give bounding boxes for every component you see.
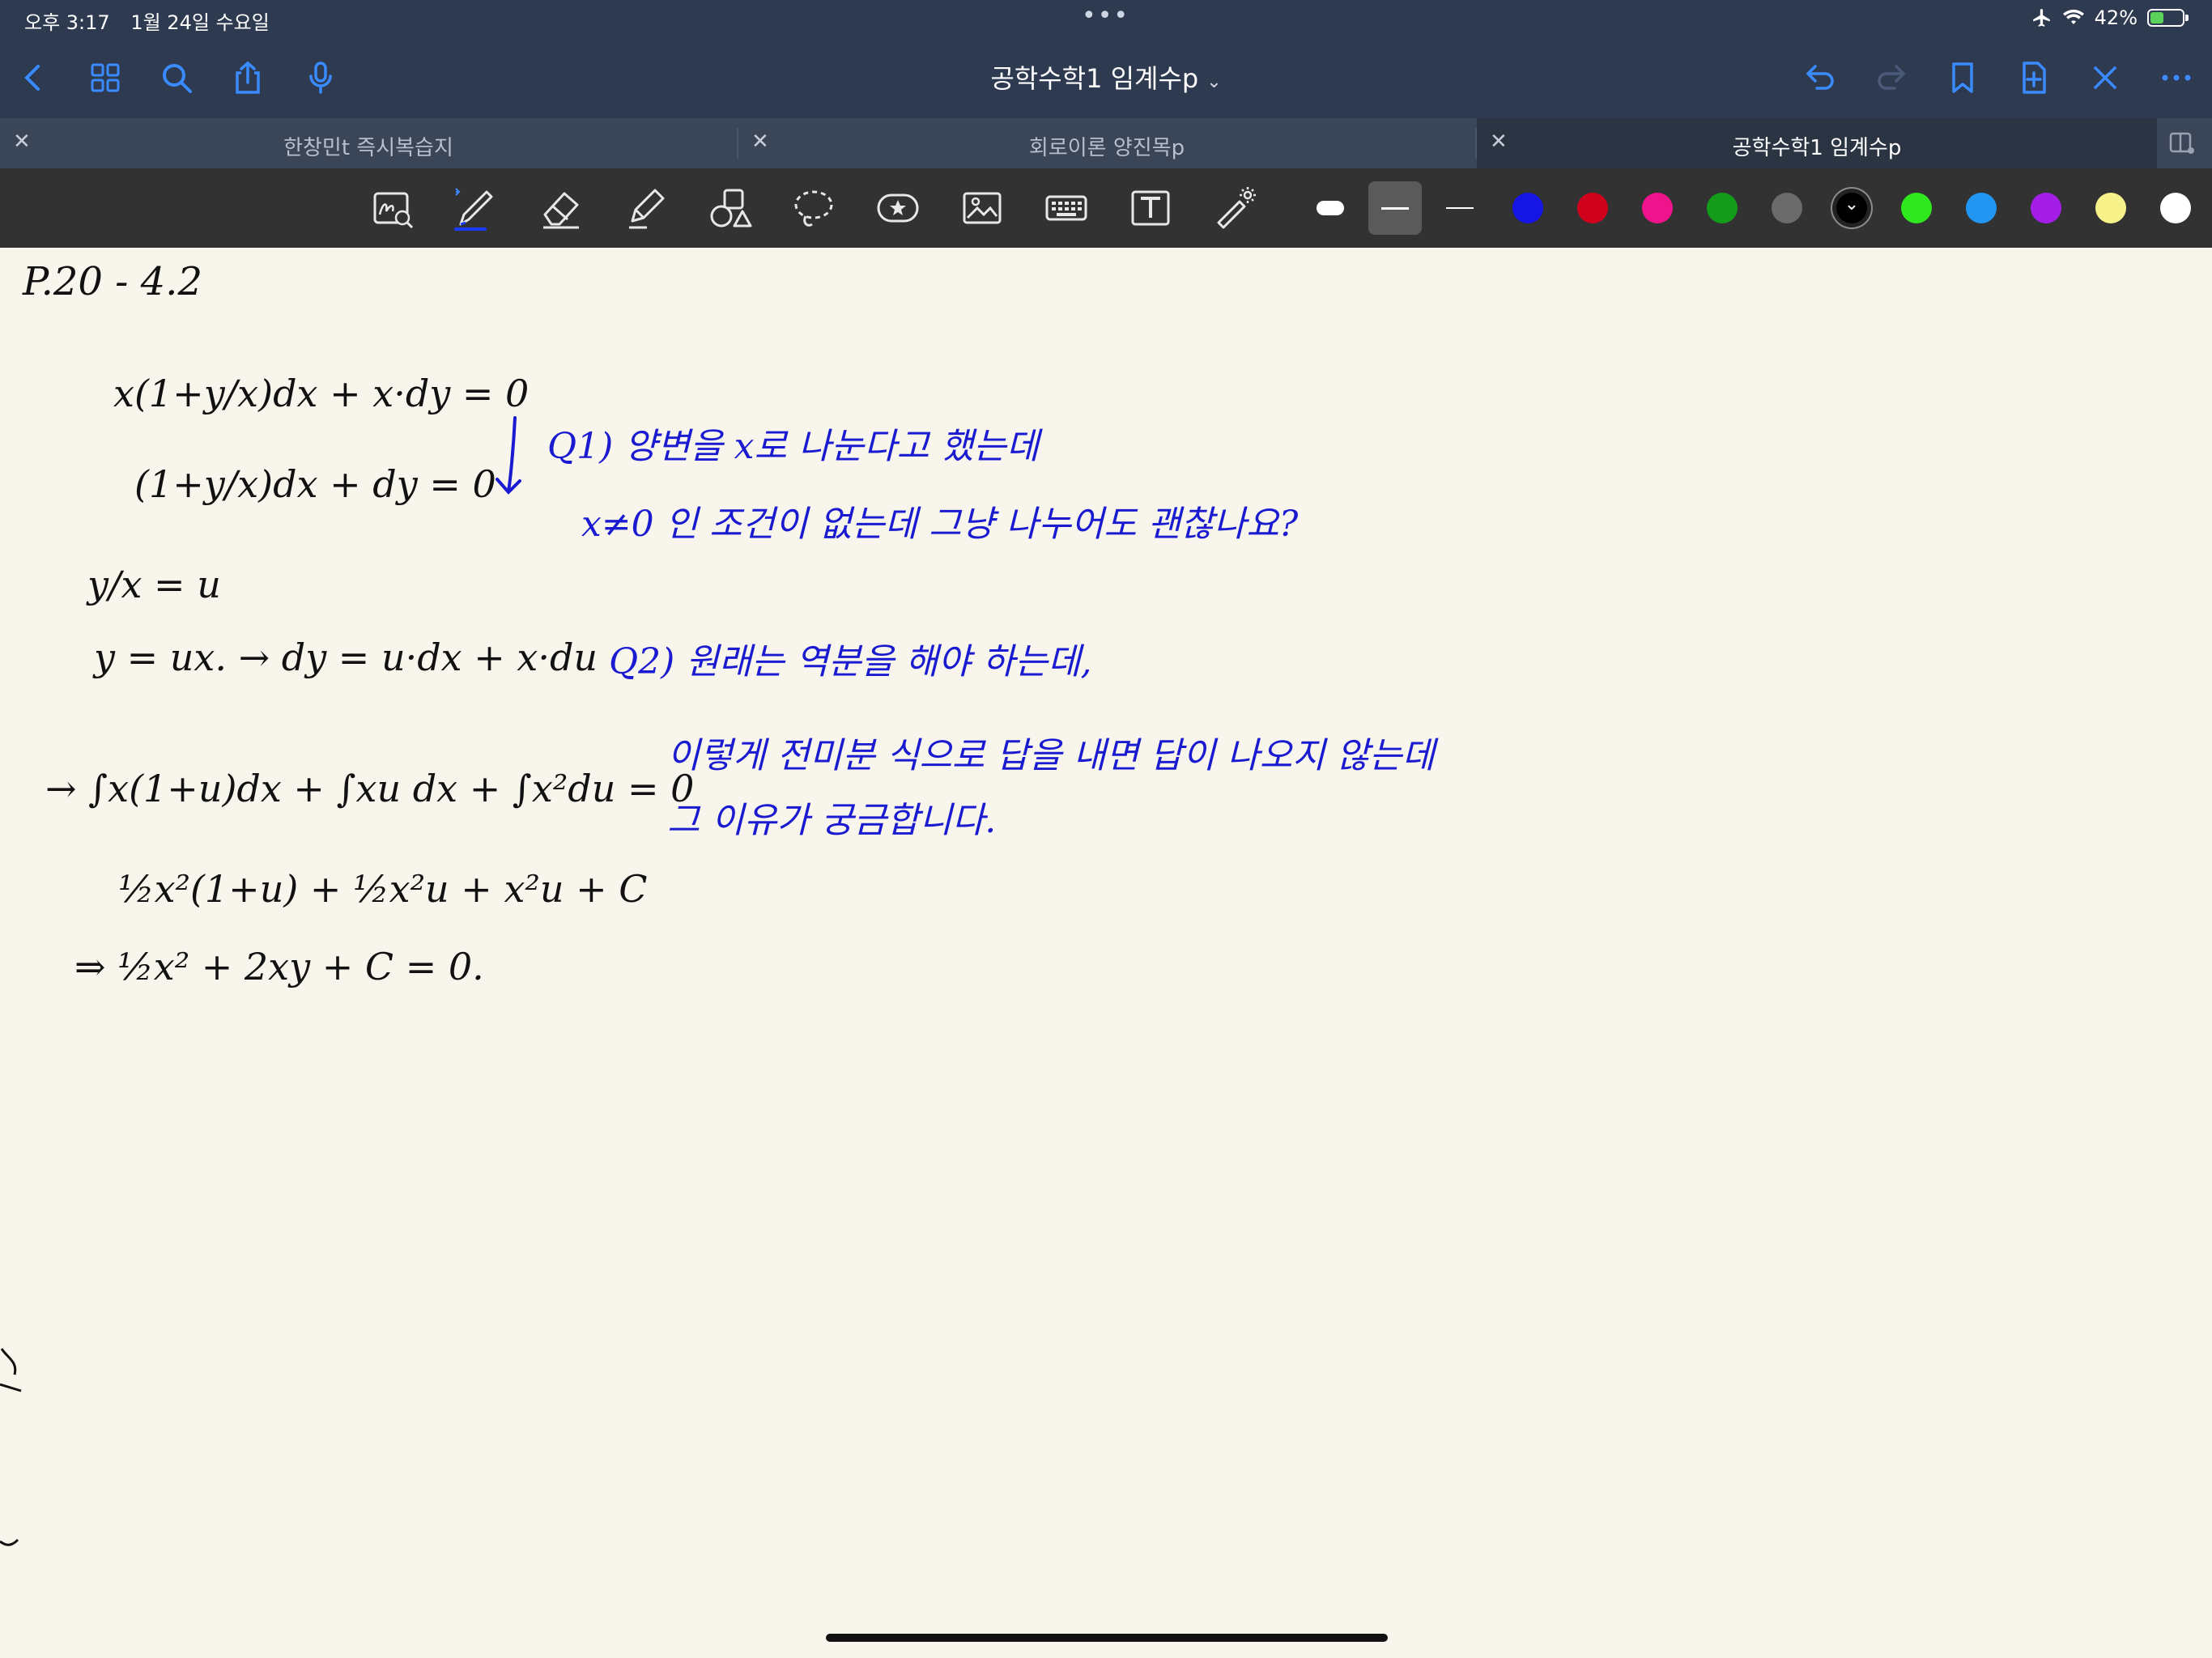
work-line-7: ⇒ ½x² + 2xy + C = 0. (74, 945, 484, 988)
tab-label: 한창민t 즉시복습지 (283, 136, 453, 160)
tab-document-3[interactable]: ✕ 공학수학1 임계수p (1477, 118, 2157, 168)
stroke-thin-button[interactable] (1433, 181, 1487, 235)
work-line-2: (1+y/x)dx + dy = 0 (134, 462, 496, 506)
document-tab-bar: ✕ 한창민t 즉시복습지 ✕ 회로이론 양진목p ✕ 공학수학1 임계수p (0, 118, 2212, 168)
document-title-text: 공학수학1 임계수p (990, 63, 1199, 94)
split-view-icon[interactable] (2168, 130, 2196, 157)
text-box-tool-icon[interactable] (1124, 181, 1177, 235)
status-right: 42% (2031, 6, 2189, 29)
status-date: 1월 24일 수요일 (130, 11, 270, 34)
laser-pointer-tool-icon[interactable] (1208, 181, 1261, 235)
status-left: 오후 3:17 1월 24일 수요일 (24, 6, 284, 35)
battery-percent: 42% (2094, 6, 2138, 29)
status-bar: 오후 3:17 1월 24일 수요일 ••• 42% (0, 0, 2212, 37)
work-line-5: → ∫x(1+u)dx + ∫xu dx + ∫x²du = 0 (45, 767, 694, 810)
more-icon[interactable] (2152, 53, 2201, 102)
work-line-4: y = ux. → dy = u·dx + x·du (92, 636, 598, 679)
question-2-line-3: 그 이유가 궁금합니다. (667, 800, 996, 841)
stroke-medium-button[interactable] (1368, 181, 1422, 235)
chevron-down-icon: ⌄ (1206, 72, 1222, 92)
tab-document-2[interactable]: ✕ 회로이론 양진목p (738, 118, 1475, 168)
keyboard-tool-icon[interactable] (1040, 181, 1093, 235)
status-time: 오후 3:17 (24, 11, 110, 34)
stray-ink-mark (0, 1348, 22, 1392)
work-line-1: x(1+y/x)dx + x·dy = 0 (113, 372, 529, 415)
pen-tool-icon[interactable] (449, 181, 502, 235)
color-swatch-black[interactable] (1836, 193, 1867, 223)
color-swatch-blue[interactable] (1512, 193, 1543, 223)
navigation-bar: 공학수학1 임계수p ⌄ (0, 37, 2212, 118)
tab-label: 공학수학1 임계수p (1732, 136, 1902, 160)
app-chrome: 오후 3:17 1월 24일 수요일 ••• 42% 공학수학1 임계수p ⌄ (0, 0, 2212, 248)
battery-charging-icon (2147, 9, 2189, 27)
color-swatch-gray[interactable] (1772, 193, 1802, 223)
home-indicator[interactable] (826, 1634, 1388, 1642)
question-1-line-2: x≠0 인 조건이 없는데 그냥 나누어도 괜찮나요? (581, 504, 1299, 545)
color-swatch-sky-blue[interactable] (1966, 193, 1997, 223)
add-page-icon[interactable] (2010, 53, 2058, 102)
color-swatch-pink[interactable] (1642, 193, 1673, 223)
lasso-tool-icon[interactable] (787, 181, 840, 235)
close-icon[interactable] (2081, 53, 2129, 102)
color-swatch-purple[interactable] (2031, 193, 2061, 223)
stroke-thick-button[interactable] (1304, 181, 1357, 235)
tab-label: 회로이론 양진목p (1028, 136, 1185, 160)
drawing-toolbar (0, 168, 2212, 248)
redo-icon[interactable] (1867, 53, 1916, 102)
work-line-6: ½x²(1+u) + ½x²u + x²u + C (118, 867, 647, 911)
tab-document-1[interactable]: ✕ 한창민t 즉시복습지 (0, 118, 737, 168)
stroke-thin-preview (1446, 207, 1474, 209)
sticker-tool-icon[interactable] (871, 181, 925, 235)
battery-fill (2150, 12, 2163, 23)
note-canvas[interactable]: P.20 - 4.2 x(1+y/x)dx + x·dy = 0 (1+y/x)… (0, 248, 2212, 1658)
annotation-arrow (496, 416, 521, 495)
question-2-line-1: Q2) 원래는 역분을 해야 하는데, (609, 641, 1091, 682)
highlighter-tool-icon[interactable] (619, 181, 672, 235)
question-1-line-1: Q1) 양변을 x로 나눈다고 했는데 (547, 426, 1044, 467)
multitasking-dots-icon[interactable]: ••• (1082, 2, 1129, 30)
color-swatch-yellow[interactable] (2095, 193, 2126, 223)
question-2-line-2: 이렇게 전미분 식으로 답을 내면 답이 나오지 않는데 (667, 735, 1440, 776)
shapes-tool-icon[interactable] (703, 181, 756, 235)
color-swatch-lime[interactable] (1901, 193, 1932, 223)
color-swatch-white[interactable] (2160, 193, 2191, 223)
image-tool-icon[interactable] (955, 181, 1009, 235)
wifi-icon (2062, 9, 2084, 24)
color-swatch-green[interactable] (1707, 193, 1738, 223)
stroke-medium-preview (1381, 206, 1409, 210)
handwriting-layer: P.20 - 4.2 x(1+y/x)dx + x·dy = 0 (1+y/x)… (0, 259, 1440, 1546)
undo-icon[interactable] (1796, 53, 1844, 102)
airplane-icon (2032, 9, 2050, 27)
stroke-thick-preview (1317, 201, 1344, 215)
bookmark-icon[interactable] (1938, 53, 1987, 102)
zoom-lasso-tool-icon[interactable] (366, 181, 419, 235)
eraser-tool-icon[interactable] (534, 181, 588, 235)
page-reference: P.20 - 4.2 (22, 259, 202, 304)
color-swatch-red[interactable] (1577, 193, 1608, 223)
work-line-3: y/x = u (86, 563, 221, 606)
stray-ink-mark (0, 1538, 19, 1546)
